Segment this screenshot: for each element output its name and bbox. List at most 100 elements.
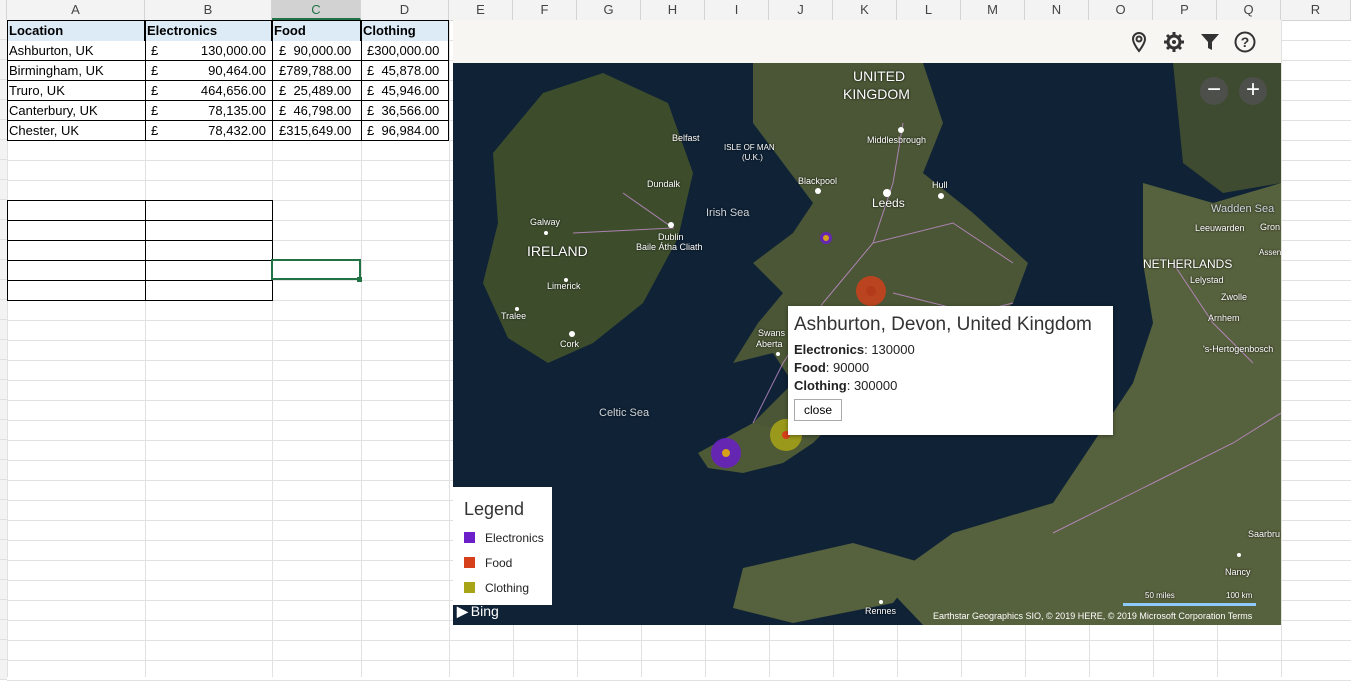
popup-close-button[interactable]: close xyxy=(794,399,842,421)
row-header[interactable] xyxy=(0,300,7,320)
cell-electronics[interactable]: 464,656.00 xyxy=(165,81,272,101)
map-canvas[interactable]: UNITED KINGDOM IRELAND NETHERLANDS Irish… xyxy=(453,63,1281,625)
row-header[interactable] xyxy=(0,520,7,540)
row-header[interactable] xyxy=(0,40,7,60)
row-header[interactable] xyxy=(0,140,7,160)
map-chart[interactable]: ? UNITED KINGDOM IRELAND NETHERLANDS Iri… xyxy=(453,20,1281,625)
gear-icon[interactable] xyxy=(1163,31,1185,53)
cell-clothing[interactable]: £ 45,878.00 xyxy=(361,61,449,81)
col-header-i[interactable]: I xyxy=(705,0,769,20)
row-header[interactable] xyxy=(0,540,7,560)
cell-location[interactable]: Birmingham, UK xyxy=(7,61,145,81)
cell-currency[interactable]: £ xyxy=(145,81,165,101)
row-header[interactable] xyxy=(0,420,7,440)
bordered-empty-cell[interactable] xyxy=(145,240,273,261)
col-header-o[interactable]: O xyxy=(1089,0,1153,20)
cell-currency[interactable]: £ xyxy=(145,101,165,121)
zoom-in-button[interactable]: + xyxy=(1239,77,1267,105)
col-header-j[interactable]: J xyxy=(769,0,833,20)
col-header-q[interactable]: Q xyxy=(1217,0,1281,20)
cell-currency[interactable]: £ xyxy=(145,41,165,61)
bordered-empty-cell[interactable] xyxy=(145,280,273,301)
col-header-b[interactable]: B xyxy=(145,0,272,20)
row-header[interactable] xyxy=(0,560,7,580)
bordered-empty-cell[interactable] xyxy=(145,260,273,281)
bing-logo[interactable]: ▶ Bing xyxy=(457,603,499,620)
col-header-e[interactable]: E xyxy=(449,0,513,20)
cell-location[interactable]: Truro, UK xyxy=(7,81,145,101)
row-header[interactable] xyxy=(0,360,7,380)
row-header[interactable] xyxy=(0,180,7,200)
row-header[interactable] xyxy=(0,320,7,340)
row-header[interactable] xyxy=(0,220,7,240)
bordered-empty-cell[interactable] xyxy=(7,260,146,281)
cell-currency[interactable]: £ xyxy=(145,61,165,81)
row-header[interactable] xyxy=(0,480,7,500)
cell-electronics[interactable]: 78,135.00 xyxy=(165,101,272,121)
col-header-l[interactable]: L xyxy=(897,0,961,20)
cell-food[interactable]: £ 25,489.00 xyxy=(272,81,361,101)
cell-electronics[interactable]: 90,464.00 xyxy=(165,61,272,81)
row-header[interactable] xyxy=(0,500,7,520)
row-header[interactable] xyxy=(0,80,7,100)
select-all-corner[interactable] xyxy=(0,0,7,20)
cell-electronics[interactable]: 130,000.00 xyxy=(165,41,272,61)
col-header-d[interactable]: D xyxy=(361,0,449,20)
bordered-empty-cell[interactable] xyxy=(7,200,146,221)
row-header[interactable] xyxy=(0,380,7,400)
cell-food[interactable]: £315,649.00 xyxy=(272,121,361,141)
row-header[interactable] xyxy=(0,620,7,640)
cell-food[interactable]: £ 90,000.00 xyxy=(272,41,361,61)
row-header[interactable] xyxy=(0,400,7,420)
bordered-empty-cell[interactable] xyxy=(7,220,146,241)
row-header[interactable] xyxy=(0,60,7,80)
col-header-r[interactable]: R xyxy=(1281,0,1351,20)
row-header[interactable] xyxy=(0,240,7,260)
cell-location[interactable]: Ashburton, UK xyxy=(7,41,145,61)
bordered-empty-cell[interactable] xyxy=(145,220,273,241)
filter-icon[interactable] xyxy=(1199,31,1221,53)
row-header[interactable] xyxy=(0,120,7,140)
location-pin-icon[interactable] xyxy=(1128,31,1150,53)
col-header-m[interactable]: M xyxy=(961,0,1025,20)
row-header[interactable] xyxy=(0,160,7,180)
row-header[interactable] xyxy=(0,100,7,120)
zoom-out-button[interactable]: − xyxy=(1200,77,1228,105)
cell-clothing[interactable]: £300,000.00 xyxy=(361,41,449,61)
col-header-c[interactable]: C xyxy=(272,0,361,20)
row-header[interactable] xyxy=(0,580,7,600)
col-header-h[interactable]: H xyxy=(641,0,705,20)
col-header-g[interactable]: G xyxy=(577,0,641,20)
header-clothing[interactable]: Clothing xyxy=(361,21,449,41)
col-header-f[interactable]: F xyxy=(513,0,577,20)
cell-currency[interactable]: £ xyxy=(145,121,165,141)
cell-location[interactable]: Canterbury, UK xyxy=(7,101,145,121)
row-header[interactable] xyxy=(0,200,7,220)
fill-handle[interactable] xyxy=(357,277,362,282)
row-header[interactable] xyxy=(0,340,7,360)
col-header-n[interactable]: N xyxy=(1025,0,1089,20)
row-header[interactable] xyxy=(0,260,7,280)
cell-clothing[interactable]: £ 45,946.00 xyxy=(361,81,449,101)
header-electronics[interactable]: Electronics xyxy=(145,21,272,41)
row-header[interactable] xyxy=(0,20,7,40)
bordered-empty-cell[interactable] xyxy=(7,240,146,261)
cell-location[interactable]: Chester, UK xyxy=(7,121,145,141)
col-header-a[interactable]: A xyxy=(7,0,145,20)
bordered-empty-cell[interactable] xyxy=(145,200,273,221)
cell-clothing[interactable]: £ 96,984.00 xyxy=(361,121,449,141)
map-attribution[interactable]: Earthstar Geographics SIO, © 2019 HERE, … xyxy=(933,611,1252,621)
cell-food[interactable]: £ 46,798.00 xyxy=(272,101,361,121)
row-header[interactable] xyxy=(0,460,7,480)
header-location[interactable]: Location xyxy=(7,21,145,41)
header-food[interactable]: Food xyxy=(272,21,361,41)
row-header[interactable] xyxy=(0,640,7,660)
active-cell-cursor[interactable] xyxy=(271,259,361,280)
cell-electronics[interactable]: 78,432.00 xyxy=(165,121,272,141)
bordered-empty-cell[interactable] xyxy=(7,280,146,301)
row-header[interactable] xyxy=(0,660,7,680)
row-header[interactable] xyxy=(0,280,7,300)
help-icon[interactable]: ? xyxy=(1234,31,1256,53)
col-header-p[interactable]: P xyxy=(1153,0,1217,20)
cell-clothing[interactable]: £ 36,566.00 xyxy=(361,101,449,121)
